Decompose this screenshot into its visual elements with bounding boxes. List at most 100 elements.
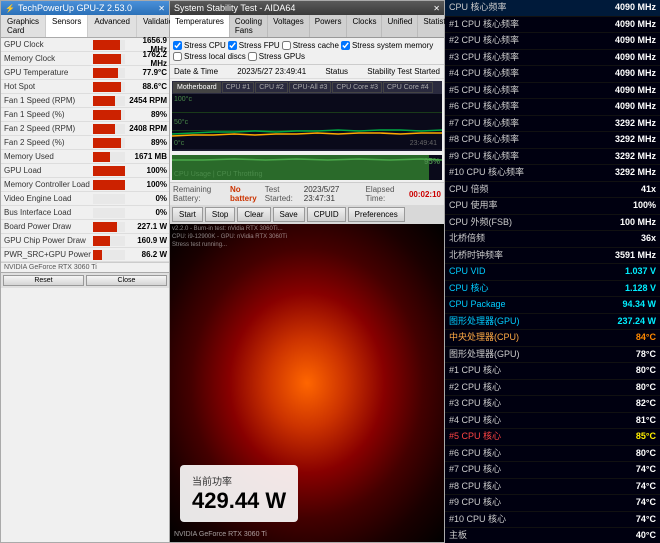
monitor-row: #8 CPU 核心频率 3292 MHz bbox=[445, 132, 660, 149]
power-label: 当前功率 bbox=[192, 473, 286, 488]
aida64-close[interactable]: ✕ bbox=[433, 4, 440, 13]
tab-temps[interactable]: Temperatures bbox=[170, 15, 230, 37]
sensor-row: Video Engine Load 0% bbox=[1, 192, 169, 206]
save-button[interactable]: Save bbox=[273, 207, 305, 222]
clear-button[interactable]: Clear bbox=[237, 207, 270, 222]
sensor-label: Memory Controller Load bbox=[1, 180, 91, 189]
sensor-value: 1671 MB bbox=[127, 152, 169, 161]
sensor-bar bbox=[93, 250, 102, 260]
monitor-row: #4 CPU 核心 81°C bbox=[445, 413, 660, 430]
monitor-label: CPU 倍频 bbox=[449, 183, 637, 197]
monitor-label: #1 CPU 核心 bbox=[449, 364, 632, 378]
monitor-label: #5 CPU 核心频率 bbox=[449, 84, 611, 98]
monitor-row: 主板 40°C bbox=[445, 528, 660, 543]
tab-graphics-card[interactable]: Graphics Card bbox=[1, 15, 46, 37]
stress-gpus[interactable]: Stress GPUs bbox=[248, 52, 305, 61]
tab-unified[interactable]: Unified bbox=[382, 15, 418, 37]
sensor-value: 227.1 W bbox=[127, 222, 169, 231]
battery-value: No battery bbox=[230, 185, 261, 203]
sensor-row: Bus Interface Load 0% bbox=[1, 206, 169, 220]
monitor-value: 4090 MHz bbox=[615, 51, 656, 65]
monitor-label: 图形处理器(GPU) bbox=[449, 315, 613, 329]
monitor-value: 100% bbox=[633, 199, 656, 213]
monitor-label: #2 CPU 核心频率 bbox=[449, 34, 611, 48]
stop-button[interactable]: Stop bbox=[205, 207, 235, 222]
sensor-row: Fan 1 Speed (%) 89% bbox=[1, 108, 169, 122]
sensor-bar-container bbox=[93, 82, 125, 92]
monitor-label: CPU 使用率 bbox=[449, 199, 629, 213]
sensor-bar-container bbox=[93, 124, 125, 134]
monitor-value: 4090 MHz bbox=[615, 84, 656, 98]
monitor-value: 40°C bbox=[636, 529, 656, 543]
sensor-row: Fan 2 Speed (RPM) 2408 RPM bbox=[1, 122, 169, 136]
reset-button[interactable]: Reset bbox=[3, 275, 84, 286]
monitor-row: #6 CPU 核心频率 4090 MHz bbox=[445, 99, 660, 116]
tab-powers[interactable]: Powers bbox=[310, 15, 348, 37]
monitor-label: CPU 核心频率 bbox=[449, 1, 611, 15]
sensor-value: 100% bbox=[127, 166, 169, 175]
preferences-button[interactable]: Preferences bbox=[348, 207, 405, 222]
tab-clocks[interactable]: Clocks bbox=[347, 15, 382, 37]
sensor-row: Fan 1 Speed (RPM) 2454 RPM bbox=[1, 94, 169, 108]
tab-sensors[interactable]: Sensors bbox=[46, 15, 88, 37]
chart-tab-cpuall[interactable]: CPU-All #3 bbox=[289, 82, 332, 93]
monitor-label: #4 CPU 核心 bbox=[449, 414, 632, 428]
sensor-bar-container bbox=[93, 208, 125, 218]
monitor-label: 北桥倍频 bbox=[449, 232, 637, 246]
chart-tab-cpu1[interactable]: CPU #1 bbox=[222, 82, 255, 93]
window-controls[interactable]: ✕ bbox=[158, 4, 165, 13]
sensor-bar-container bbox=[93, 166, 125, 176]
sensor-bar-container bbox=[93, 194, 125, 204]
monitor-label: #5 CPU 核心 bbox=[449, 430, 632, 444]
tab-voltages[interactable]: Voltages bbox=[268, 15, 310, 37]
monitor-label: #10 CPU 核心频率 bbox=[449, 166, 611, 180]
stress-discs[interactable]: Stress local discs bbox=[173, 52, 246, 61]
monitor-label: #8 CPU 核心频率 bbox=[449, 133, 611, 147]
monitor-label: CPU 外频(FSB) bbox=[449, 216, 616, 230]
monitor-value: 237.24 W bbox=[617, 315, 656, 329]
sensor-bar bbox=[93, 152, 110, 162]
monitor-value: 81°C bbox=[636, 414, 656, 428]
monitor-row: CPU VID 1.037 V bbox=[445, 264, 660, 281]
sensor-bar bbox=[93, 54, 121, 64]
chart-tab-motherboard[interactable]: Motherboard bbox=[173, 82, 221, 93]
sensor-label: Memory Used bbox=[1, 152, 91, 161]
monitor-row: #1 CPU 核心 80°C bbox=[445, 363, 660, 380]
gpu-z-titlebar: ⚡ TechPowerUp GPU-Z 2.53.0 ✕ bbox=[1, 1, 169, 15]
nvidia-label: NVIDIA GeForce RTX 3060 Ti bbox=[1, 262, 169, 272]
monitor-value: 100 MHz bbox=[620, 216, 656, 230]
chart-tab-cpucore3[interactable]: CPU Core #3 bbox=[332, 82, 382, 93]
stress-memory[interactable]: Stress system memory bbox=[341, 41, 433, 50]
chart-tab-cpu2[interactable]: CPU #2 bbox=[255, 82, 288, 93]
aida64-titlebar: System Stability Test - AIDA64 ✕ bbox=[170, 1, 444, 15]
sensor-row: PWR_SRC+GPU Power Draw 86.2 W bbox=[1, 248, 169, 262]
start-button[interactable]: Start bbox=[172, 207, 203, 222]
sensor-bar-container bbox=[93, 138, 125, 148]
stress-cpu[interactable]: Stress CPU bbox=[173, 41, 226, 50]
monitor-row: #3 CPU 核心频率 4090 MHz bbox=[445, 50, 660, 67]
cpuid-button[interactable]: CPUID bbox=[307, 207, 346, 222]
gpu-z-buttons: Reset Close bbox=[1, 272, 169, 288]
tab-advanced[interactable]: Advanced bbox=[88, 15, 137, 37]
chart-tab-cpucore4[interactable]: CPU Core #4 bbox=[383, 82, 433, 93]
battery-label: Remaining Battery: bbox=[173, 185, 226, 203]
test-started-value: 2023/5/27 23:47:31 bbox=[304, 185, 358, 203]
stress-fpu[interactable]: Stress FPU bbox=[228, 41, 280, 50]
monitor-value: 80°C bbox=[636, 381, 656, 395]
sensor-label: GPU Clock bbox=[1, 40, 91, 49]
monitor-row: #9 CPU 核心 74°C bbox=[445, 495, 660, 512]
monitor-label: #7 CPU 核心 bbox=[449, 463, 632, 477]
sensor-bar-container bbox=[93, 250, 125, 260]
monitor-value: 1.128 V bbox=[625, 282, 656, 296]
sensor-bar-container bbox=[93, 236, 125, 246]
sensor-label: Fan 1 Speed (RPM) bbox=[1, 96, 91, 105]
monitor-label: 主板 bbox=[449, 529, 632, 543]
stress-cache[interactable]: Stress cache bbox=[282, 41, 339, 50]
close-button[interactable]: Close bbox=[86, 275, 167, 286]
monitor-row: #10 CPU 核心频率 3292 MHz bbox=[445, 165, 660, 182]
monitor-row: #5 CPU 核心 85°C bbox=[445, 429, 660, 446]
elapsed-value: 00:02:10 bbox=[409, 190, 441, 199]
monitor-label: #8 CPU 核心 bbox=[449, 480, 632, 494]
tab-cooling[interactable]: Cooling Fans bbox=[230, 15, 268, 37]
monitor-value: 74°C bbox=[636, 480, 656, 494]
